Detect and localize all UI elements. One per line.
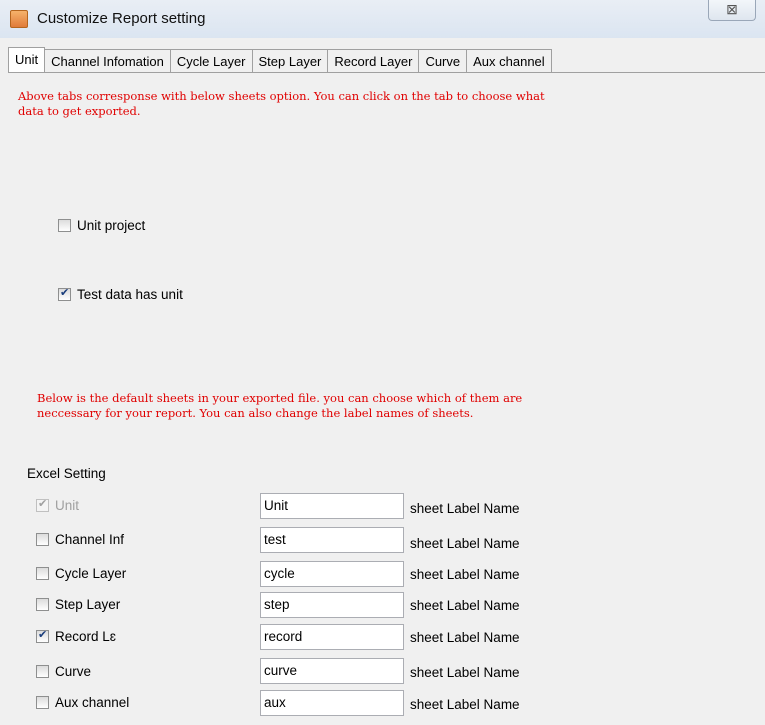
sheet-aux-channel-label: Aux channel [55,695,130,710]
tab-curve[interactable]: Curve [418,49,468,72]
sheet-step-layer-checkbox[interactable] [36,598,49,611]
sheet-curve-name-input[interactable]: curve [260,658,404,684]
sheet-unit-name-input[interactable]: Unit [260,493,404,519]
sheet-cycle-layer-name-input[interactable]: cycle [260,561,404,587]
instructions-top: Above tabs corresponse with below sheets… [18,89,545,118]
tab-unit[interactable]: Unit [8,47,46,72]
sheet-record-layer-label: Record Lɛ [55,629,116,644]
tab-divider [8,72,765,73]
tab-aux-channel[interactable]: Aux channel [466,49,552,72]
close-icon: ⊠ [726,1,738,17]
window-title: Customize Report setting [37,10,206,27]
test-data-has-unit-label: Test data has unit [77,287,183,302]
sheet-step-layer-name-input[interactable]: step [260,592,404,618]
sheet-cycle-layer-checkbox[interactable] [36,567,49,580]
sheet-option-record-layer[interactable]: Record Lɛ [36,628,116,644]
sheet-option-aux-channel[interactable]: Aux channel [36,695,129,710]
sheet-record-layer-name-input[interactable]: record [260,624,404,650]
unit-project-checkbox[interactable] [58,219,71,232]
sheet-label-name-text: sheet Label Name [410,630,520,645]
close-button[interactable]: ⊠ [708,0,756,21]
sheet-option-channel-inf[interactable]: Channel Inf [36,532,124,547]
instructions-bottom: Below is the default sheets in your expo… [37,391,523,420]
title-bar: Customize Report setting ⊠ [0,0,765,38]
excel-setting-label: Excel Setting [27,466,106,481]
dialog-panel [8,40,765,725]
test-data-has-unit-option[interactable]: Test data has unit [58,286,183,302]
sheet-label-name-text: sheet Label Name [410,598,520,613]
sheet-option-step-layer[interactable]: Step Layer [36,597,120,612]
test-data-has-unit-checkbox[interactable] [58,286,71,301]
sheet-unit-label: Unit [55,498,80,513]
sheet-label-name-text: sheet Label Name [410,536,520,551]
sheet-cycle-layer-label: Cycle Layer [55,566,127,581]
sheet-step-layer-label: Step Layer [55,597,121,612]
sheet-label-name-text: sheet Label Name [410,501,520,516]
tab-cycle-layer[interactable]: Cycle Layer [169,49,253,72]
sheet-label-name-text: sheet Label Name [410,665,520,680]
tab-channel-information[interactable]: Channel Infomation [44,49,171,72]
tab-step-layer[interactable]: Step Layer [251,49,329,72]
sheet-unit-checkbox[interactable] [36,497,49,512]
sheet-curve-label: Curve [55,664,92,679]
sheet-channel-inf-checkbox[interactable] [36,533,49,546]
sheet-record-layer-checkbox[interactable] [36,628,49,643]
unit-project-label: Unit project [77,218,146,233]
unit-project-option[interactable]: Unit project [58,218,145,233]
sheet-label-name-text: sheet Label Name [410,567,520,582]
sheet-option-curve[interactable]: Curve [36,664,91,679]
sheet-label-name-text: sheet Label Name [410,697,520,712]
tab-record-layer[interactable]: Record Layer [327,49,420,72]
sheet-option-cycle-layer[interactable]: Cycle Layer [36,566,126,581]
sheet-curve-checkbox[interactable] [36,665,49,678]
sheet-channel-inf-name-input[interactable]: test [260,527,404,553]
sheet-aux-channel-name-input[interactable]: aux [260,690,404,716]
app-icon [10,10,28,28]
sheet-channel-inf-label: Channel Inf [55,532,125,547]
sheet-option-unit[interactable]: Unit [36,497,80,513]
tab-bar: Unit Channel Infomation Cycle Layer Step… [8,47,552,73]
sheet-aux-channel-checkbox[interactable] [36,696,49,709]
